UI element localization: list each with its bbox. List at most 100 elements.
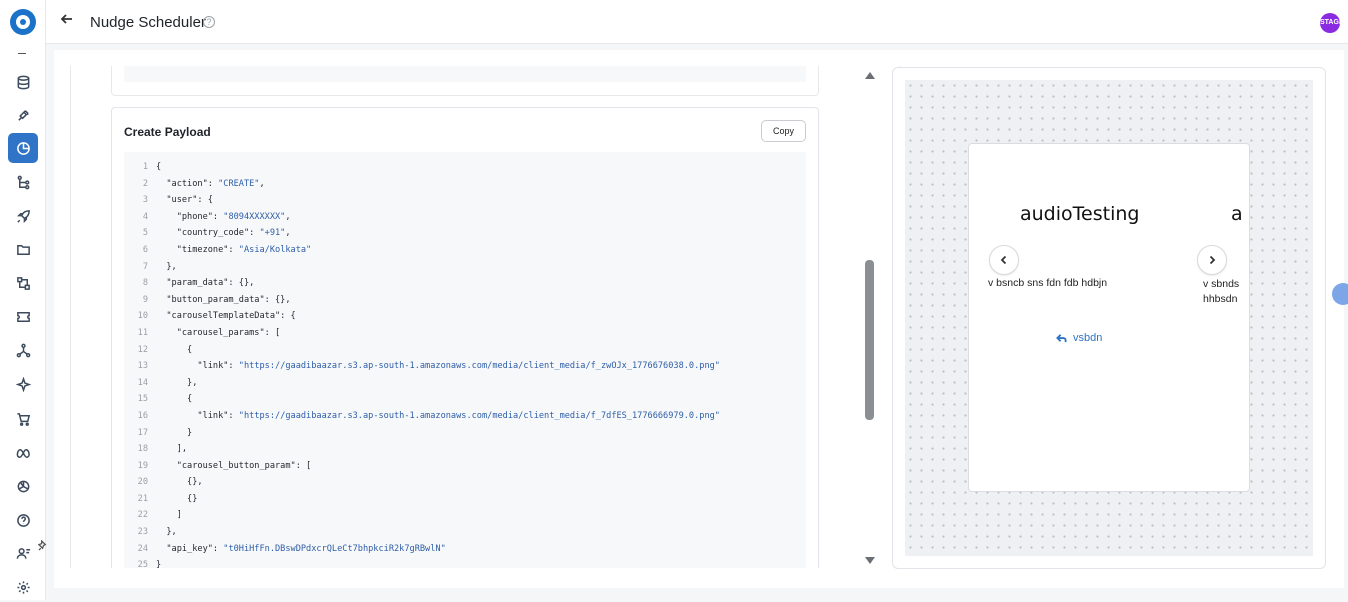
code-line: 11 "carousel_params": [	[124, 325, 806, 342]
carousel-card-body-next: v sbnds hhbsdn	[1203, 277, 1239, 307]
carousel-card-body-line: hhbsdn	[1203, 293, 1238, 305]
sidebar-item-settings[interactable]	[8, 572, 38, 602]
ticket-icon	[16, 311, 30, 322]
sidebar-item-tickets[interactable]	[8, 301, 38, 331]
app-logo-icon[interactable]	[10, 9, 36, 35]
help-icon[interactable]: ?	[203, 16, 215, 28]
line-number: 10	[137, 311, 148, 322]
code-string: "Asia/Kolkata"	[238, 244, 312, 255]
line-number: 9	[142, 294, 148, 305]
line-number: 23	[137, 527, 148, 538]
sidebar-item-analytics[interactable]	[8, 133, 38, 163]
code-token: "carouselTemplateData": {	[156, 311, 296, 322]
code-string: "https://gaadibaazar.s3.ap-south-1.amazo…	[238, 361, 720, 372]
code-token: }	[156, 427, 193, 438]
code-token: }	[156, 560, 162, 568]
carousel-preview: audioTesting a v bsncb sns fdn fdb hdbjn…	[968, 143, 1250, 492]
sidebar-item-meta[interactable]	[8, 437, 38, 467]
sidebar-item-commerce[interactable]	[8, 404, 38, 434]
scrollbar-thumb[interactable]	[865, 260, 874, 420]
line-number: 6	[142, 244, 148, 255]
scroll-up-icon[interactable]	[865, 72, 875, 79]
line-number: 25	[137, 560, 148, 568]
line-number: 2	[142, 178, 148, 189]
code-line: 1{	[124, 159, 806, 176]
main-content: Create Payload Copy 1{2 "action": "CREAT…	[54, 50, 1348, 588]
code-token: {}	[156, 493, 198, 504]
header: Nudge Scheduler ? STAGE	[46, 0, 1348, 44]
code-token: "timezone":	[156, 244, 239, 255]
code-token: {},	[156, 477, 203, 488]
code-token: "phone":	[156, 211, 224, 222]
code-token: "action":	[156, 178, 219, 189]
line-number: 8	[142, 278, 148, 289]
previous-card	[111, 66, 819, 96]
code-line: 22 ]	[124, 507, 806, 524]
code-token: ],	[156, 444, 188, 455]
folder-icon	[16, 244, 30, 255]
avatar[interactable]: STAGE	[1320, 13, 1340, 33]
copy-button[interactable]: Copy	[761, 120, 806, 142]
divider	[18, 53, 26, 54]
code-line: 12 {	[124, 342, 806, 359]
preview-panel: audioTesting a v bsncb sns fdn fdb hdbjn…	[892, 67, 1326, 569]
sidebar-item-ai[interactable]	[8, 369, 38, 399]
sidebar-item-database[interactable]	[8, 67, 38, 97]
code-line: 19 "carousel_button_param": [	[124, 458, 806, 475]
sidebar-item-campaigns[interactable]	[8, 201, 38, 231]
code-line: 20 {},	[124, 474, 806, 491]
code-token: ,	[285, 228, 291, 239]
sidebar-item-help[interactable]	[8, 505, 38, 535]
back-button[interactable]	[60, 12, 78, 30]
code-block[interactable]: 1{2 "action": "CREATE", 3 "user": {4 "pho…	[124, 152, 806, 568]
accessibility-icon[interactable]	[1332, 283, 1348, 305]
line-number: 21	[137, 493, 148, 504]
line-number: 3	[142, 195, 148, 206]
pin-icon	[37, 539, 47, 551]
pin-sidebar-icon[interactable]	[37, 538, 50, 551]
rocket-icon	[16, 209, 30, 223]
code-line: 3 "user": {	[124, 192, 806, 209]
settings-icon	[16, 580, 30, 594]
code-token: "link":	[156, 410, 239, 421]
carousel-next-button[interactable]	[1197, 245, 1227, 275]
carousel-reply-button[interactable]: vsbdn	[1056, 332, 1102, 344]
code-line: 9 "button_param_data": {},	[124, 292, 806, 309]
line-number: 19	[137, 460, 148, 471]
scrollbar[interactable]	[863, 68, 877, 568]
line-number: 5	[142, 228, 148, 239]
code-token: },	[156, 261, 177, 272]
code-line: 18 ],	[124, 441, 806, 458]
arrow-left-icon	[60, 14, 72, 24]
sidebar-item-files[interactable]	[8, 234, 38, 264]
carousel-prev-button[interactable]	[989, 245, 1019, 275]
code-line: 17 }	[124, 425, 806, 442]
code-string: "+91"	[259, 228, 286, 239]
carousel-card-title-next: a	[1231, 203, 1243, 225]
line-number: 1	[142, 162, 148, 172]
code-string: "CREATE"	[218, 178, 260, 189]
sidebar-item-network[interactable]	[8, 335, 38, 365]
page-title: Nudge Scheduler	[90, 14, 206, 31]
line-number: 15	[137, 394, 148, 405]
scroll-down-icon[interactable]	[865, 557, 875, 564]
preview-canvas: audioTesting a v bsncb sns fdn fdb hdbjn…	[905, 80, 1313, 556]
carousel-card-title: audioTesting	[1020, 203, 1140, 225]
code-token: "api_key":	[156, 543, 224, 554]
sidebar-item-agents[interactable]	[8, 538, 38, 568]
code-token: "link":	[156, 361, 239, 372]
network-icon	[16, 343, 30, 357]
sidebar-item-workflows[interactable]	[8, 268, 38, 298]
plug-icon	[17, 109, 29, 121]
carousel-card-body-line: v sbnds	[1203, 278, 1240, 290]
sidebar-item-integrations[interactable]	[8, 100, 38, 130]
sidebar-item-openai[interactable]	[8, 471, 38, 501]
code-string: "8094XXXXXX"	[223, 211, 286, 222]
code-token: {	[156, 394, 193, 405]
code-token: ,	[285, 211, 291, 222]
code-line: 15 {	[124, 391, 806, 408]
code-token: "param_data": {},	[156, 278, 255, 289]
code-line: 2 "action": "CREATE",	[124, 176, 806, 193]
sidebar-item-flows[interactable]	[8, 167, 38, 197]
code-token: "carousel_params": [	[156, 327, 281, 338]
